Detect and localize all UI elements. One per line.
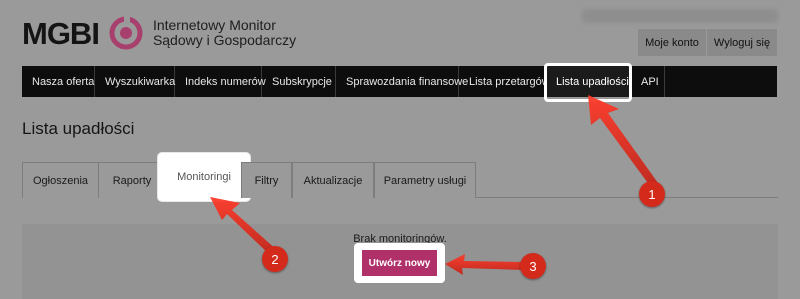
nav-item-sprawozdania[interactable]: Sprawozdania finansowe: [336, 66, 468, 97]
tab-aktualizacje[interactable]: Aktualizacje: [292, 162, 374, 198]
nav-item-indeks-numerow[interactable]: Indeks numerów: [175, 66, 266, 97]
step-badge-2: 2: [262, 246, 288, 272]
nav-item-lista-przetargow[interactable]: Lista przetargów: [459, 66, 550, 97]
nav-item-wyszukiwarka[interactable]: Wyszukiwarka: [95, 66, 175, 97]
my-account-button[interactable]: Moje konto: [638, 29, 706, 56]
highlight-frame-nav: [544, 63, 632, 102]
step-badge-3: 3: [520, 253, 546, 279]
tab-monitoringi[interactable]: Monitoringi: [158, 153, 250, 201]
highlight-frame-create: Utwórz nowy: [354, 243, 445, 283]
user-email-redacted: [582, 9, 778, 23]
arrow-1: [588, 95, 658, 190]
tab-parametry-uslugi[interactable]: Parametry usługi: [374, 162, 476, 198]
logo-tagline-line1: Internetowy Monitor: [152, 17, 276, 33]
logo[interactable]: MGBI Internetowy Monitor Sądowy i Gospod…: [22, 16, 296, 50]
main-nav: Nasza oferta Wyszukiwarka Indeks numerów…: [22, 66, 777, 97]
logo-tagline: Internetowy Monitor Sądowy i Gospodarczy: [153, 18, 296, 48]
step-badge-1: 1: [639, 181, 665, 207]
tab-ogloszenia[interactable]: Ogłoszenia: [22, 162, 99, 198]
nav-item-subskrypcje[interactable]: Subskrypcje: [262, 66, 336, 97]
nav-item-nasza-oferta[interactable]: Nasza oferta: [22, 66, 95, 97]
page-title: Lista upadłości: [22, 119, 135, 138]
logo-icon: [109, 16, 143, 50]
nav-item-api[interactable]: API: [631, 66, 665, 97]
logo-wordmark: MGBI: [22, 15, 100, 51]
create-new-button[interactable]: Utwórz nowy: [362, 250, 437, 276]
logo-tagline-line2: Sądowy i Gospodarczy: [152, 32, 297, 48]
tab-raporty[interactable]: Raporty: [98, 162, 166, 198]
tab-filtry[interactable]: Filtry: [241, 162, 292, 198]
logout-button[interactable]: Wyloguj się: [707, 29, 777, 56]
